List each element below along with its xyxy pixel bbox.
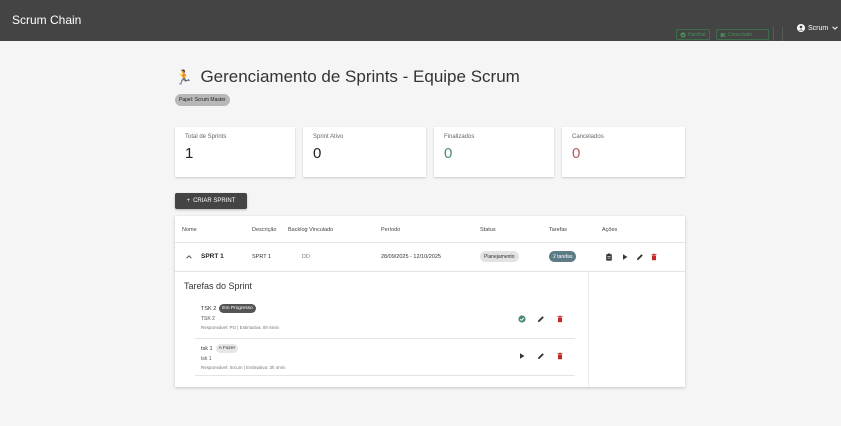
plus-icon: +: [186, 198, 191, 204]
task-status-badge: Em Progresso: [219, 304, 256, 313]
column-header-period: Período: [381, 227, 401, 233]
stat-card-active: Sprint Ativo 0: [303, 127, 426, 177]
sprint-name: SPRT 1: [201, 253, 224, 260]
wallet-icon: [720, 32, 726, 37]
task-meta: Responsável: PO | Estimativa: 8h 6min: [201, 325, 279, 330]
task-name: tsk 1: [201, 345, 213, 352]
wallet-connected-button[interactable]: Conectado: [716, 29, 769, 40]
stat-label: Cancelados: [572, 134, 604, 140]
check-circle-icon: [680, 31, 686, 38]
divider: [588, 272, 589, 387]
stat-value: 0: [572, 145, 581, 162]
sprint-period: 28/09/2025 - 12/10/2025: [381, 254, 441, 260]
play-icon[interactable]: [518, 352, 526, 360]
wallet-label: Conectado: [728, 31, 753, 38]
column-header-description: Descrição: [252, 227, 277, 233]
task-description: TSK 2: [201, 316, 215, 322]
stat-card-finished: Finalizados 0: [434, 127, 554, 177]
column-header-name: Nome: [182, 227, 197, 233]
page-title: Gerenciamento de Sprints - Equipe Scrum: [200, 67, 520, 86]
sprint-tasks-title: Tarefas do Sprint: [184, 281, 253, 291]
edit-icon[interactable]: [537, 352, 545, 360]
user-name: Scrum: [808, 24, 829, 32]
stat-value: 0: [444, 145, 453, 162]
column-header-backlog: Backlog Vinculado: [288, 227, 334, 233]
stat-label: Total de Sprints: [185, 134, 227, 140]
check-circle-icon[interactable]: [518, 315, 526, 323]
sprints-table: Nome Descrição Backlog Vinculado Período…: [175, 216, 685, 387]
task-name: TSK 2: [201, 305, 217, 312]
edit-icon[interactable]: [636, 253, 644, 261]
stat-card-cancelled: Cancelados 0: [562, 127, 685, 177]
delete-icon[interactable]: [650, 253, 658, 261]
task-description: tsk 1: [201, 356, 212, 362]
delete-icon[interactable]: [556, 352, 564, 360]
create-sprint-label: CRIAR SPRINT: [193, 198, 236, 204]
divider: [773, 27, 774, 41]
app-title: Scrum Chain: [12, 13, 82, 27]
sprint-backlog: DD: [302, 254, 310, 260]
divider: [195, 375, 575, 376]
column-header-actions: Ações: [602, 227, 618, 233]
task-meta: Responsável: Srcum | Estimativa: 3h 4min: [201, 365, 286, 370]
stat-card-total: Total de Sprints 1: [175, 127, 295, 177]
sprint-description: SPRT 1: [252, 254, 272, 260]
task-status-badge: A Fazer: [215, 344, 239, 353]
task-item: TSK 2 Em Progresso TSK 2 Responsável: PO…: [201, 304, 279, 330]
page-header: 🏃 Gerenciamento de Sprints - Equipe Scru…: [175, 67, 520, 87]
tasks-count-badge: 2 tarefas: [549, 251, 577, 262]
task-item: tsk 1 A Fazer tsk 1 Responsável: Srcum |…: [201, 344, 285, 370]
delete-icon[interactable]: [556, 315, 564, 323]
hardhat-label: Hardhat: [688, 31, 706, 38]
column-header-status: Status: [480, 227, 496, 233]
chevron-up-icon[interactable]: [185, 253, 193, 261]
stat-label: Finalizados: [444, 134, 475, 140]
sprint-tasks-panel: Tarefas do Sprint TSK 2 Em Progresso TSK…: [175, 272, 588, 387]
divider: [175, 242, 685, 243]
clipboard-icon[interactable]: [605, 253, 613, 261]
chevron-down-icon: [832, 26, 839, 30]
divider: [782, 27, 783, 41]
stat-value: 0: [313, 145, 322, 162]
runner-icon: 🏃: [175, 68, 193, 85]
hardhat-network-button[interactable]: Hardhat: [676, 29, 710, 40]
user-menu-button[interactable]: Scrum: [797, 24, 839, 32]
stat-label: Sprint Ativo: [313, 134, 344, 140]
divider: [195, 338, 575, 339]
role-badge: Papel: Scrum Master: [175, 94, 230, 106]
create-sprint-button[interactable]: + CRIAR SPRINT: [175, 193, 247, 209]
top-app-bar: Scrum Chain Hardhat Conectado Scrum: [0, 0, 841, 41]
status-badge: Planejamento: [480, 251, 519, 262]
edit-icon[interactable]: [537, 315, 545, 323]
play-icon[interactable]: [621, 253, 629, 261]
account-circle-icon: [797, 24, 805, 32]
stat-value: 1: [185, 145, 194, 162]
column-header-tasks: Tarefas: [549, 227, 568, 233]
